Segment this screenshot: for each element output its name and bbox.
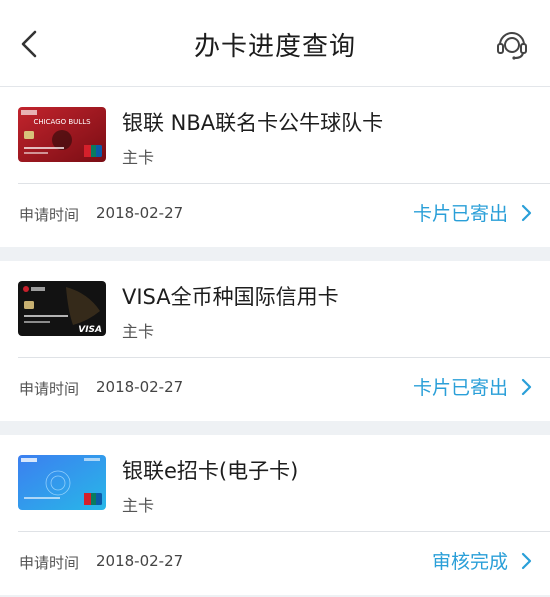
apply-date: 2018-02-27 <box>96 552 184 570</box>
status-link[interactable]: 卡片已寄出 <box>413 199 532 226</box>
card-art-text: CHICAGO BULLS <box>33 118 91 126</box>
customer-service-button[interactable] <box>494 26 530 62</box>
card-image-echao <box>18 455 106 510</box>
card-info-row: 银联e招卡(电子卡) 主卡 <box>0 435 550 531</box>
card-name: VISA全币种国际信用卡 <box>122 285 339 309</box>
apply-time-label: 申请时间 <box>19 380 80 398</box>
apply-date: 2018-02-27 <box>96 378 184 396</box>
status-text: 卡片已寄出 <box>412 203 508 225</box>
status-link[interactable]: 卡片已寄出 <box>413 373 532 400</box>
headset-icon <box>497 32 527 60</box>
status-link[interactable]: 审核完成 <box>432 547 532 574</box>
card-type: 主卡 <box>122 148 155 167</box>
card-type: 主卡 <box>122 496 155 515</box>
card-info-row: VISA VISA全币种国际信用卡 主卡 <box>0 261 550 357</box>
card-status-row: 申请时间 2018-02-27 卡片已寄出 <box>0 358 550 421</box>
card-status-row: 申请时间 2018-02-27 审核完成 <box>0 532 550 595</box>
card-type: 主卡 <box>122 322 155 341</box>
chevron-right-icon <box>521 204 532 221</box>
status-text: 卡片已寄出 <box>412 377 508 399</box>
card-art-text: VISA <box>78 325 102 335</box>
card-name: 银联 NBA联名卡公牛球队卡 <box>122 111 384 135</box>
card-application-item[interactable]: CHICAGO BULLS 银联 NBA联名卡公牛球队卡 主卡 申请时间 201… <box>0 87 550 247</box>
top-nav-bar: 办卡进度查询 <box>0 0 550 87</box>
card-image-visa: VISA <box>18 281 106 336</box>
card-info-row: CHICAGO BULLS 银联 NBA联名卡公牛球队卡 主卡 <box>0 87 550 183</box>
card-image-bulls: CHICAGO BULLS <box>18 107 106 162</box>
chevron-right-icon <box>521 552 532 569</box>
chevron-right-icon <box>521 378 532 395</box>
card-application-item[interactable]: VISA VISA全币种国际信用卡 主卡 申请时间 2018-02-27 卡片已… <box>0 261 550 421</box>
apply-date: 2018-02-27 <box>96 204 184 222</box>
page-title: 办卡进度查询 <box>193 32 356 62</box>
card-status-row: 申请时间 2018-02-27 卡片已寄出 <box>0 184 550 247</box>
status-text: 审核完成 <box>431 551 508 573</box>
apply-time-label: 申请时间 <box>19 206 80 224</box>
card-name: 银联e招卡(电子卡) <box>122 459 299 483</box>
card-application-item[interactable]: 银联e招卡(电子卡) 主卡 申请时间 2018-02-27 审核完成 <box>0 435 550 595</box>
apply-time-label: 申请时间 <box>19 554 80 572</box>
